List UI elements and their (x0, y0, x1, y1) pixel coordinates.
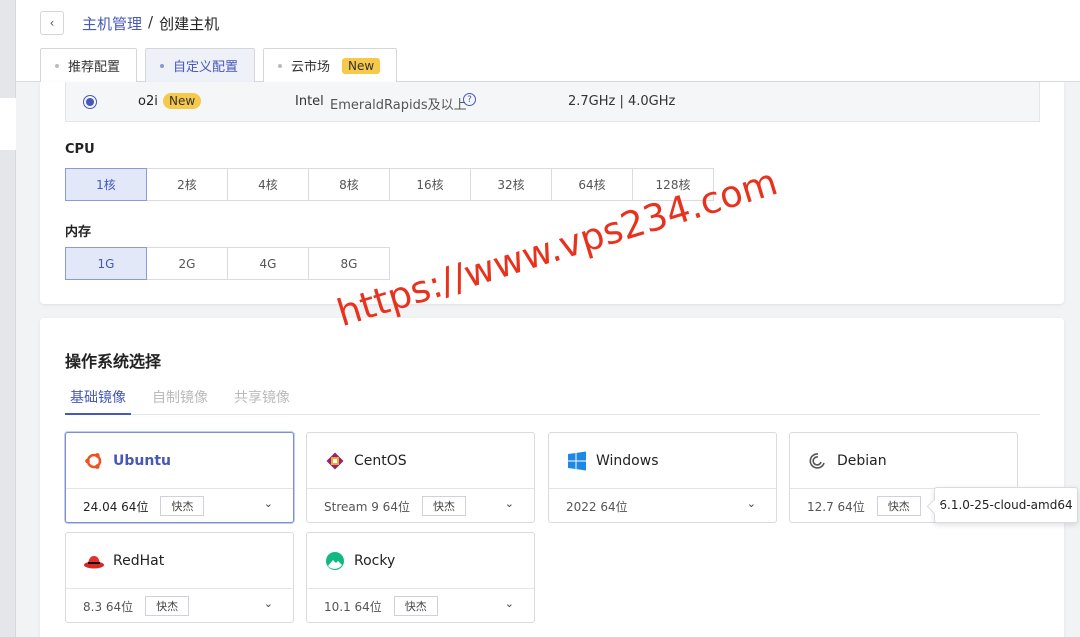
tab-label: 自定义配置 (173, 60, 239, 75)
chevron-down-icon: ⌄ (504, 497, 514, 510)
version-tooltip: 6.1.0-25-cloud-amd64 (934, 487, 1078, 523)
tab-custom-image[interactable]: 自制镜像 (147, 387, 213, 415)
chevron-down-icon: ⌄ (504, 597, 514, 610)
cpu-label: CPU (65, 142, 95, 157)
os-name: Debian (837, 452, 887, 469)
memory-selector: 1G 2G 4G 8G (65, 247, 390, 280)
cpu-option[interactable]: 64核 (551, 168, 633, 201)
os-tag: 快杰 (145, 596, 190, 616)
os-version-select[interactable]: Stream 9 64位 快杰 ⌄ (307, 489, 534, 523)
os-version-select[interactable]: 10.1 64位 快杰 ⌄ (307, 589, 534, 623)
breadcrumb: 主机管理 / 创建主机 (82, 13, 219, 34)
os-version: Stream 9 64位 (324, 499, 410, 514)
os-card-centos[interactable]: CentOS Stream 9 64位 快杰 ⌄ (306, 432, 535, 523)
os-name: CentOS (354, 452, 407, 469)
chevron-down-icon: ⌄ (263, 597, 273, 610)
os-version-select[interactable]: 2022 64位 ⌄ (549, 489, 776, 523)
chevron-left-icon: ‹ (49, 16, 55, 30)
cpu-selector: 1核 2核 4核 8核 16核 32核 64核 128核 (65, 168, 714, 201)
tab-base-image[interactable]: 基础镜像 (65, 387, 131, 415)
os-card-header[interactable]: CentOS (307, 433, 534, 489)
os-version-select[interactable]: 8.3 64位 快杰 ⌄ (66, 589, 293, 623)
tab-label: 推荐配置 (68, 60, 121, 75)
os-card-header[interactable]: Ubuntu (66, 433, 293, 489)
os-version: 12.7 64位 (807, 499, 865, 514)
os-version: 8.3 64位 (83, 599, 134, 614)
memory-label: 内存 (65, 225, 92, 240)
tab-recommended[interactable]: 推荐配置 (40, 48, 138, 82)
config-tabs: 推荐配置 自定义配置 云市场 New (40, 48, 398, 82)
tab-label: 云市场 (291, 60, 331, 75)
rocky-icon (324, 550, 346, 572)
memory-option[interactable]: 8G (308, 247, 390, 280)
centos-icon (324, 450, 346, 472)
os-tag: 快杰 (421, 496, 466, 516)
breadcrumb-parent[interactable]: 主机管理 (82, 13, 142, 34)
ubuntu-icon (83, 450, 105, 472)
os-section-title: 操作系统选择 (65, 352, 162, 371)
debian-icon (807, 450, 829, 472)
os-tag: 快杰 (876, 496, 921, 516)
memory-option[interactable]: 1G (65, 247, 147, 280)
cpu-option[interactable]: 1核 (65, 168, 147, 201)
cpu-option[interactable]: 4核 (227, 168, 309, 201)
os-version: 2022 64位 (566, 499, 628, 514)
chevron-down-icon: ⌄ (746, 497, 756, 510)
memory-option[interactable]: 4G (227, 247, 309, 280)
tab-dot (278, 63, 283, 68)
os-card-rocky[interactable]: Rocky 10.1 64位 快杰 ⌄ (306, 532, 535, 623)
os-name: Windows (596, 452, 659, 469)
tab-dot (55, 63, 59, 68)
spec-arch: EmeraldRapids及以上 (330, 98, 467, 113)
tab-shared-image[interactable]: 共享镜像 (229, 387, 295, 415)
os-version: 24.04 64位 (83, 499, 149, 514)
os-card-header[interactable]: Windows (549, 433, 776, 489)
left-rail (0, 0, 16, 637)
os-card-ubuntu[interactable]: Ubuntu 24.04 64位 快杰 ⌄ (65, 432, 294, 523)
breadcrumb-separator: / (148, 13, 154, 31)
cpu-option[interactable]: 32核 (470, 168, 552, 201)
page-header: ‹ 主机管理 / 创建主机 推荐配置 自定义配置 云市场 New (16, 0, 1080, 82)
instance-spec-row[interactable]: o2i New Intel EmeraldRapids及以上 ? 2.7GHz … (65, 82, 1040, 122)
memory-option[interactable]: 2G (146, 247, 228, 280)
spec-name: o2i (138, 94, 158, 109)
os-version: 10.1 64位 (324, 599, 382, 614)
help-icon[interactable]: ? (463, 93, 476, 106)
spec-frequency: 2.7GHz | 4.0GHz (568, 94, 676, 109)
os-card-windows[interactable]: Windows 2022 64位 ⌄ (548, 432, 777, 523)
rail-block (0, 98, 16, 150)
windows-icon (566, 450, 588, 472)
radio-dot (86, 98, 94, 106)
tab-marketplace[interactable]: 云市场 New (263, 48, 398, 82)
new-badge: New (342, 57, 381, 74)
cpu-option[interactable]: 8核 (308, 168, 390, 201)
tab-custom[interactable]: 自定义配置 (145, 48, 256, 82)
os-name: RedHat (113, 552, 165, 569)
os-card-header[interactable]: Rocky (307, 533, 534, 589)
chevron-down-icon: ⌄ (263, 497, 273, 510)
breadcrumb-current: 创建主机 (159, 15, 220, 33)
cpu-option[interactable]: 2核 (146, 168, 228, 201)
spec-new-badge: New (163, 93, 202, 109)
spec-vendor: Intel (295, 94, 324, 109)
os-card-header[interactable]: Debian (790, 433, 1017, 489)
cpu-option[interactable]: 16核 (389, 168, 471, 201)
os-card-redhat[interactable]: RedHat 8.3 64位 快杰 ⌄ (65, 532, 294, 623)
os-version-select[interactable]: 24.04 64位 快杰 ⌄ (66, 489, 293, 523)
spec-radio[interactable] (83, 95, 97, 109)
image-tabs: 基础镜像 自制镜像 共享镜像 (65, 387, 1040, 415)
os-name: Rocky (354, 552, 396, 569)
os-name: Ubuntu (113, 452, 171, 469)
tab-dot (160, 63, 165, 68)
redhat-icon (83, 550, 105, 572)
os-card-header[interactable]: RedHat (66, 533, 293, 589)
os-tag: 快杰 (393, 596, 438, 616)
os-tag: 快杰 (160, 496, 205, 516)
back-button[interactable]: ‹ (40, 11, 64, 35)
